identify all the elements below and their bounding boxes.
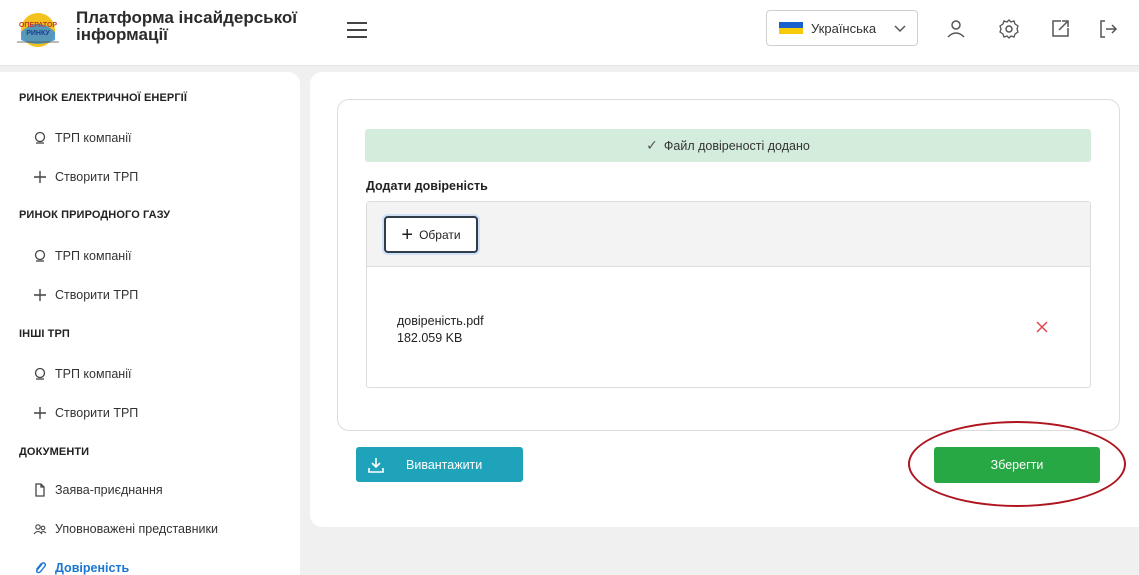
svg-text:ОПЕРАТОР: ОПЕРАТОР (19, 22, 57, 29)
sidebar-item-label: Заява-приєднання (55, 483, 163, 497)
search-icon (33, 367, 47, 381)
sidebar-section-documents: ДОКУМЕНТИ (19, 446, 90, 458)
user-icon[interactable] (944, 17, 968, 41)
sidebar-item-electricity-create[interactable]: Створити ТРП (33, 170, 138, 184)
uploaded-file-name: довіреність.pdf (397, 314, 484, 328)
choose-file-button[interactable]: + Обрати (384, 216, 478, 253)
language-label: Українська (811, 20, 877, 36)
app-title: Платформа інсайдерської інформації (76, 8, 298, 44)
choose-file-label: Обрати (419, 227, 461, 242)
success-message: Файл довіреності додано (663, 138, 810, 153)
sidebar-section-electricity: РИНОК ЕЛЕКТРИЧНОЇ ЕНЕРГІЇ (19, 92, 187, 104)
menu-toggle-icon[interactable] (347, 22, 367, 38)
save-button[interactable]: Зберегти (934, 447, 1100, 483)
sidebar-item-gas-create[interactable]: Створити ТРП (33, 288, 138, 302)
gear-icon[interactable] (997, 17, 1021, 41)
logout-icon[interactable] (1096, 17, 1120, 41)
sidebar (0, 72, 300, 575)
success-alert: ✓ Файл довіреності додано (365, 129, 1091, 162)
sidebar-item-gas-companies[interactable]: ТРП компанії (33, 249, 131, 263)
sidebar-item-representatives[interactable]: Уповноважені представники (33, 522, 218, 536)
sidebar-section-other: ІНШІ ТРП (19, 328, 70, 340)
sidebar-item-electricity-companies[interactable]: ТРП компанії (33, 131, 131, 145)
save-label: Зберегти (990, 458, 1044, 472)
sidebar-item-label: Створити ТРП (55, 406, 139, 420)
add-attorney-label: Додати довіреність (366, 179, 488, 193)
plus-icon (33, 288, 47, 302)
download-icon (368, 457, 384, 473)
uploaded-file-size: 182.059 KB (397, 331, 463, 345)
svg-text:РИНКУ: РИНКУ (26, 30, 50, 37)
sidebar-item-power-of-attorney[interactable]: Довіреність (33, 561, 129, 575)
sidebar-item-label: Уповноважені представники (55, 522, 218, 536)
sidebar-item-label: Створити ТРП (55, 288, 139, 302)
external-link-icon[interactable] (1048, 17, 1072, 41)
plus-icon: + (401, 223, 414, 246)
sidebar-item-label: ТРП компанії (55, 131, 132, 145)
sidebar-item-label: ТРП компанії (55, 249, 132, 263)
file-upload-toolbar: + Обрати (367, 202, 1090, 267)
chevron-down-icon (894, 25, 906, 33)
market-operator-logo: ОПЕРАТОР РИНКУ (17, 13, 59, 47)
top-header: ОПЕРАТОР РИНКУ Платформа інсайдерської і… (0, 0, 1139, 66)
language-select[interactable]: Українська (766, 10, 918, 46)
sidebar-item-other-create[interactable]: Створити ТРП (33, 406, 138, 420)
plus-icon (33, 170, 47, 184)
search-icon (33, 131, 47, 145)
check-icon: ✓ (646, 137, 658, 153)
sidebar-item-application[interactable]: Заява-приєднання (33, 483, 163, 497)
file-icon (33, 483, 47, 497)
download-label: Вивантажити (406, 457, 483, 472)
search-icon (33, 249, 47, 263)
users-icon (33, 522, 47, 536)
paperclip-icon (33, 561, 47, 575)
sidebar-item-other-companies[interactable]: ТРП компанії (33, 367, 131, 381)
sidebar-item-label: ТРП компанії (55, 367, 132, 381)
sidebar-section-gas: РИНОК ПРИРОДНОГО ГАЗУ (19, 209, 171, 221)
download-button[interactable]: Вивантажити (356, 447, 523, 482)
sidebar-item-label: Довіреність (55, 561, 130, 575)
remove-file-icon[interactable] (1035, 320, 1049, 334)
plus-icon (33, 406, 47, 420)
file-upload: + Обрати довіреність.pdf 182.059 KB (366, 201, 1091, 388)
sidebar-item-label: Створити ТРП (55, 170, 139, 184)
ukraine-flag-icon (779, 22, 803, 34)
